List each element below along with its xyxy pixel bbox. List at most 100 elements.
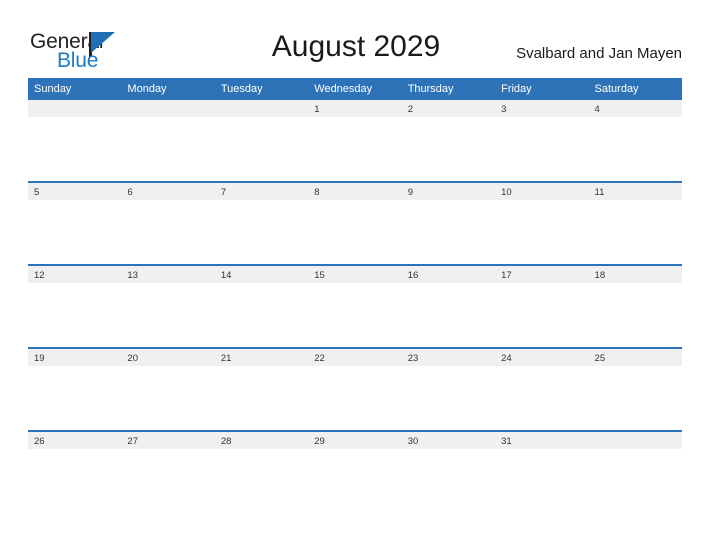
calendar-day-cell[interactable]: 13 (121, 264, 215, 348)
day-number: 9 (401, 183, 496, 200)
calendar-day-cell[interactable]: 27 (121, 430, 215, 513)
day-number: 14 (214, 266, 309, 283)
day-content-area[interactable] (214, 200, 309, 264)
day-content-area[interactable] (214, 366, 309, 430)
day-number: 17 (495, 266, 589, 283)
day-content-area[interactable] (401, 117, 496, 181)
day-number: 28 (214, 432, 309, 449)
day-content-area[interactable] (28, 366, 122, 430)
day-content-area[interactable] (401, 366, 496, 430)
day-content-area[interactable] (588, 449, 682, 513)
calendar-day-cell[interactable]: 30 (401, 430, 496, 513)
day-content-area[interactable] (308, 117, 402, 181)
day-content-area[interactable] (588, 200, 682, 264)
day-content-area[interactable] (588, 283, 682, 347)
day-number: 27 (121, 432, 215, 449)
calendar-day-cell[interactable]: 4 (588, 100, 682, 182)
calendar-day-cell[interactable]: 2 (401, 100, 496, 182)
weekday-header-thursday: Thursday (401, 78, 496, 100)
day-number: 22 (308, 349, 402, 366)
calendar-day-cell[interactable]: 21 (214, 347, 309, 431)
day-number: 24 (495, 349, 589, 366)
day-content-area[interactable] (495, 449, 589, 513)
calendar-day-cell[interactable]: 12 (28, 264, 122, 348)
day-number: 15 (308, 266, 402, 283)
calendar-day-cell[interactable] (214, 100, 309, 182)
day-content-area[interactable] (401, 449, 496, 513)
calendar-day-cell[interactable]: 22 (308, 347, 402, 431)
day-content-area[interactable] (28, 449, 122, 513)
day-number (588, 432, 682, 449)
day-content-area[interactable] (28, 283, 122, 347)
day-content-area[interactable] (121, 283, 215, 347)
day-number: 19 (28, 349, 122, 366)
calendar-day-cell[interactable]: 1 (308, 100, 402, 182)
day-content-area[interactable] (28, 117, 122, 181)
day-content-area[interactable] (495, 117, 589, 181)
day-content-area[interactable] (308, 449, 402, 513)
day-content-area[interactable] (308, 283, 402, 347)
calendar-week-row: 12 13 14 15 16 17 18 (28, 264, 682, 348)
day-number: 12 (28, 266, 122, 283)
day-content-area[interactable] (401, 283, 496, 347)
day-number: 7 (214, 183, 309, 200)
calendar-body: 1 2 3 4 5 6 7 8 9 10 11 12 13 14 15 16 1… (28, 100, 682, 513)
day-content-area[interactable] (121, 200, 215, 264)
day-content-area[interactable] (495, 366, 589, 430)
calendar-day-cell[interactable]: 10 (495, 181, 589, 265)
calendar-header-row: Sunday Monday Tuesday Wednesday Thursday… (28, 78, 682, 100)
day-number: 10 (495, 183, 589, 200)
day-content-area[interactable] (214, 117, 309, 181)
calendar-day-cell[interactable]: 31 (495, 430, 589, 513)
calendar-day-cell[interactable]: 20 (121, 347, 215, 431)
calendar-day-cell[interactable] (588, 430, 682, 513)
calendar-day-cell[interactable]: 3 (495, 100, 589, 182)
day-content-area[interactable] (308, 366, 402, 430)
calendar-day-cell[interactable]: 29 (308, 430, 402, 513)
day-content-area[interactable] (121, 366, 215, 430)
weekday-header-saturday: Saturday (588, 78, 682, 100)
day-content-area[interactable] (28, 200, 122, 264)
day-content-area[interactable] (214, 449, 309, 513)
day-content-area[interactable] (308, 200, 402, 264)
calendar-day-cell[interactable]: 8 (308, 181, 402, 265)
calendar-day-cell[interactable] (28, 100, 122, 182)
calendar-day-cell[interactable]: 14 (214, 264, 309, 348)
calendar-day-cell[interactable]: 18 (588, 264, 682, 348)
calendar-day-cell[interactable]: 5 (28, 181, 122, 265)
day-number (214, 100, 309, 117)
calendar-day-cell[interactable]: 16 (401, 264, 496, 348)
calendar-day-cell[interactable]: 11 (588, 181, 682, 265)
weekday-header-friday: Friday (495, 78, 589, 100)
calendar-day-cell[interactable]: 26 (28, 430, 122, 513)
day-content-area[interactable] (495, 283, 589, 347)
day-content-area[interactable] (588, 117, 682, 181)
calendar-day-cell[interactable]: 9 (401, 181, 496, 265)
day-content-area[interactable] (588, 366, 682, 430)
day-number (121, 100, 215, 117)
calendar-day-cell[interactable]: 23 (401, 347, 496, 431)
day-number: 21 (214, 349, 309, 366)
calendar-day-cell[interactable]: 17 (495, 264, 589, 348)
day-content-area[interactable] (214, 283, 309, 347)
calendar-day-cell[interactable]: 28 (214, 430, 309, 513)
calendar-day-cell[interactable]: 25 (588, 347, 682, 431)
day-number: 31 (495, 432, 589, 449)
calendar-day-cell[interactable]: 24 (495, 347, 589, 431)
day-number: 29 (308, 432, 402, 449)
day-content-area[interactable] (401, 200, 496, 264)
day-content-area[interactable] (121, 449, 215, 513)
day-content-area[interactable] (495, 200, 589, 264)
calendar-day-cell[interactable]: 6 (121, 181, 215, 265)
day-number: 18 (588, 266, 682, 283)
day-number: 13 (121, 266, 215, 283)
calendar-day-cell[interactable]: 15 (308, 264, 402, 348)
day-number: 4 (588, 100, 682, 117)
calendar-day-cell[interactable]: 19 (28, 347, 122, 431)
calendar-week-row: 26 27 28 29 30 31 (28, 430, 682, 513)
day-content-area[interactable] (121, 117, 215, 181)
weekday-header-tuesday: Tuesday (214, 78, 309, 100)
day-number: 25 (588, 349, 682, 366)
calendar-day-cell[interactable] (121, 100, 215, 182)
calendar-day-cell[interactable]: 7 (214, 181, 309, 265)
